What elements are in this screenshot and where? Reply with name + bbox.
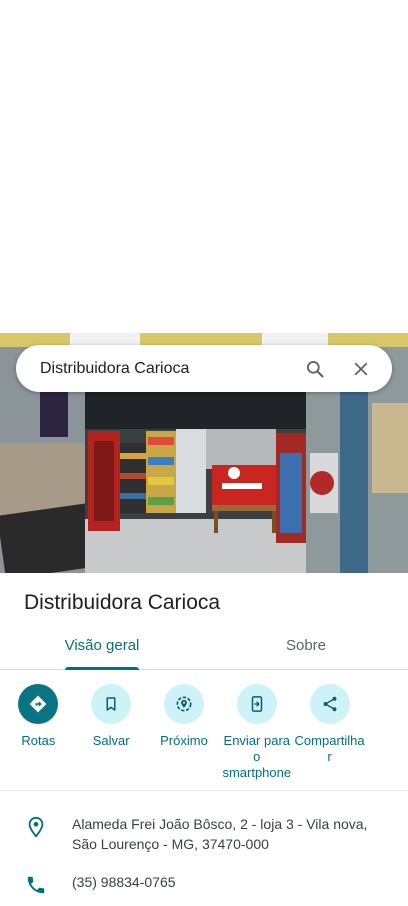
nearby-label: Próximo [160,733,208,748]
send-to-phone-label: Enviar para o smartphone [222,733,292,780]
section-divider [0,790,408,791]
blank-map-area [0,0,408,333]
search-bar[interactable]: Distribuidora Carioca [16,345,392,392]
save-button[interactable]: Salvar [75,684,148,781]
active-tab-indicator [65,667,139,670]
directions-label: Rotas [21,733,56,748]
send-to-phone-icon [236,684,277,724]
place-title: Distribuidora Carioca [24,591,221,614]
close-icon[interactable] [344,352,378,386]
share-button[interactable]: Compartilhar [293,684,366,781]
action-bar: Rotas Salvar Próximo Enviar para o smart… [0,684,408,781]
search-icon[interactable] [298,352,332,386]
send-to-phone-button[interactable]: Enviar para o smartphone [220,684,293,781]
share-label: Compartilhar [294,733,365,764]
tab-overview[interactable]: Visão geral [0,622,204,670]
phone-text: (35) 98834-0765 [72,874,176,890]
phone-row[interactable]: (35) 98834-0765 [0,872,408,896]
tab-overview-label: Visão geral [64,637,140,654]
phone-icon [0,872,72,896]
bookmark-icon [91,684,132,724]
location-pin-icon [0,814,72,854]
search-input[interactable]: Distribuidora Carioca [40,360,286,378]
address-text: Alameda Frei João Bôsco, 2 - loja 3 - Vi… [72,816,368,852]
share-icon [309,684,350,724]
save-label: Salvar [92,733,130,748]
nearby-icon [163,684,204,724]
directions-icon [18,684,59,724]
address-row[interactable]: Alameda Frei João Bôsco, 2 - loja 3 - Vi… [0,814,408,854]
tab-about-label: Sobre [285,637,327,654]
tab-about[interactable]: Sobre [204,622,408,669]
tab-bar: Visão geral Sobre [0,622,408,670]
nearby-button[interactable]: Próximo [148,684,221,781]
directions-button[interactable]: Rotas [2,684,75,781]
